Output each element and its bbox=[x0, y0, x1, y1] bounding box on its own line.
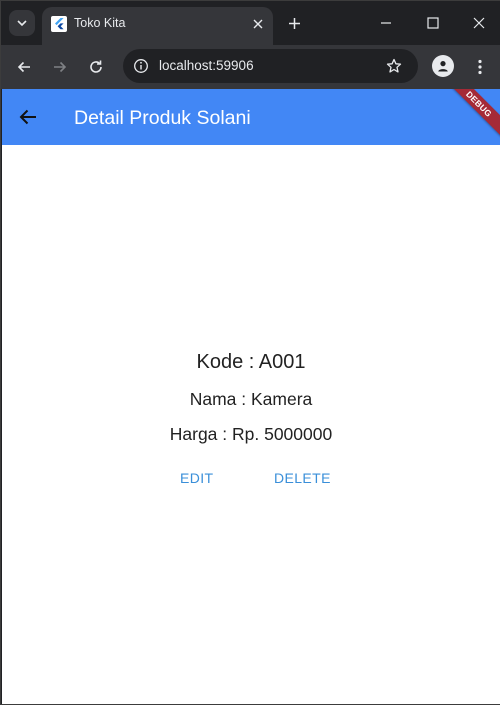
browser-toolbar: localhost:59906 bbox=[1, 45, 500, 89]
maximize-button[interactable] bbox=[419, 9, 447, 37]
app-viewport: Detail Produk Solani DEBUG Kode : A001 N… bbox=[2, 89, 500, 704]
app-back-button[interactable] bbox=[16, 105, 40, 129]
browser-window: Toko Kita localhost:59906 Detail Produk … bbox=[0, 0, 500, 705]
product-detail: Kode : A001 Nama : Kamera Harga : Rp. 50… bbox=[2, 145, 500, 704]
reload-icon bbox=[90, 60, 102, 73]
forward-button[interactable] bbox=[47, 54, 73, 80]
minimize-icon bbox=[381, 22, 391, 24]
browser-tab[interactable]: Toko Kita bbox=[42, 7, 273, 45]
arrow-right-icon bbox=[54, 61, 67, 73]
browser-menu-button[interactable] bbox=[467, 54, 493, 80]
tab-search-button[interactable] bbox=[9, 10, 35, 36]
reload-button[interactable] bbox=[83, 54, 109, 80]
person-icon bbox=[438, 61, 448, 72]
tab-close-button[interactable] bbox=[248, 14, 268, 34]
edit-button[interactable]: EDIT bbox=[180, 470, 214, 486]
back-button[interactable] bbox=[11, 54, 37, 80]
plus-icon bbox=[288, 17, 300, 29]
arrow-left-icon bbox=[17, 61, 30, 73]
product-name: Nama : Kamera bbox=[189, 389, 313, 409]
new-tab-button[interactable] bbox=[283, 12, 305, 34]
address-url: localhost:59906 bbox=[159, 58, 254, 73]
more-vert-icon bbox=[478, 59, 482, 75]
chevron-down-icon bbox=[17, 20, 27, 27]
delete-button[interactable]: DELETE bbox=[274, 470, 331, 486]
profile-avatar[interactable] bbox=[432, 55, 454, 77]
product-price: Harga : Rp. 5000000 bbox=[169, 424, 333, 444]
close-icon bbox=[253, 19, 263, 29]
tab-title: Toko Kita bbox=[74, 16, 126, 30]
maximize-icon bbox=[427, 17, 439, 29]
product-code: Kode : A001 bbox=[196, 351, 306, 373]
flutter-favicon-icon bbox=[51, 16, 67, 32]
arrow-back-icon bbox=[19, 109, 36, 125]
tab-strip: Toko Kita bbox=[1, 1, 500, 45]
site-info-icon[interactable] bbox=[131, 56, 151, 76]
address-bar[interactable]: localhost:59906 bbox=[123, 49, 418, 83]
app-bar: Detail Produk Solani bbox=[2, 89, 500, 145]
close-icon bbox=[473, 17, 485, 29]
window-close-button[interactable] bbox=[465, 9, 493, 37]
minimize-button[interactable] bbox=[372, 9, 400, 37]
page-title: Detail Produk Solani bbox=[74, 107, 251, 129]
bookmark-star-icon[interactable] bbox=[384, 56, 404, 76]
